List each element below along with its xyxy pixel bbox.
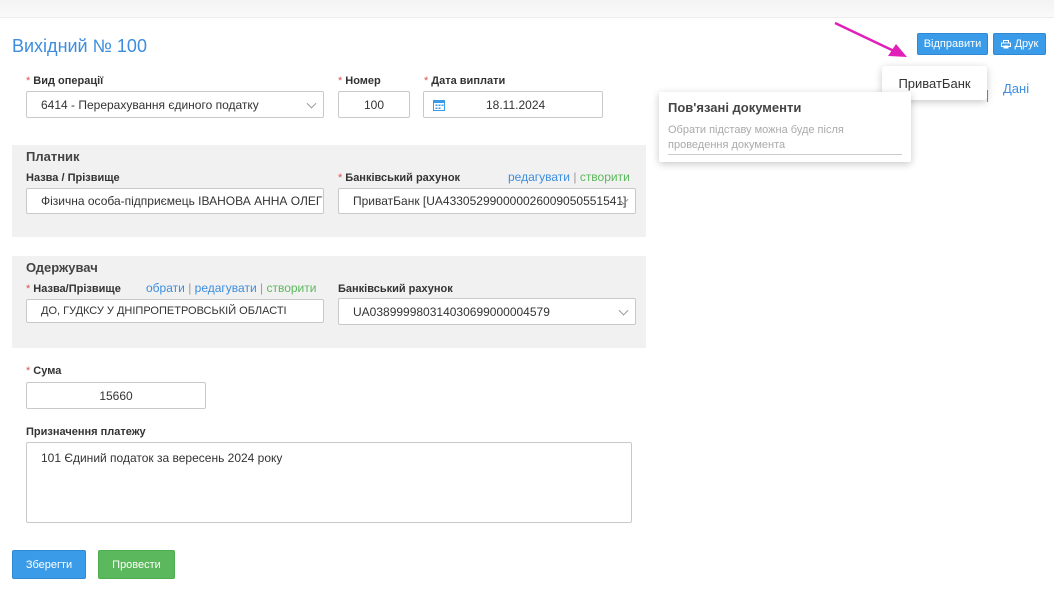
recipient-name-field[interactable]: ДО, ГУДКСУ У ДНІПРОПЕТРОВСЬКІЙ ОБЛАСТІ <box>26 299 324 323</box>
chevron-down-icon <box>618 305 629 316</box>
purpose-label: Призначення платежу <box>26 426 146 438</box>
pointer-arrow-icon <box>834 21 907 57</box>
printer-icon <box>1000 39 1011 49</box>
payer-account-label: * Банківський рахунок <box>338 172 461 184</box>
recipient-create-link[interactable]: створити <box>266 281 316 295</box>
recipient-edit-link[interactable]: редагувати <box>195 281 257 295</box>
link-separator: | <box>260 281 264 295</box>
pay-date-label: * Дата виплати <box>424 75 506 87</box>
operation-select[interactable]: 6414 - Перерахування єдиного податку <box>26 91 324 118</box>
save-button[interactable]: Зберегти <box>12 550 86 579</box>
recipient-section-title: Одержувач <box>26 260 98 275</box>
sum-input[interactable]: 15660 <box>26 382 206 409</box>
recipient-select-link[interactable]: обрати <box>146 281 185 295</box>
recipient-account-label: Банківський рахунок <box>338 283 453 295</box>
page: Вихідний № 100 Відправити Друк ПриватБан… <box>0 0 1054 590</box>
sum-value: 15660 <box>99 388 133 403</box>
related-documents-title: Пов'язані документи <box>668 100 802 115</box>
chevron-down-icon <box>306 98 317 109</box>
send-button[interactable]: Відправити <box>917 33 988 55</box>
print-button[interactable]: Друк <box>993 33 1046 55</box>
payer-name-value: Фізична особа-підприємець ІВАНОВА АННА О… <box>41 194 324 208</box>
pay-date-value: 18.11.2024 <box>486 97 546 112</box>
payer-section-title: Платник <box>26 149 80 164</box>
recipient-name-links: обрати | редагувати | створити <box>146 281 316 295</box>
operation-value: 6414 - Перерахування єдиного податку <box>41 97 259 112</box>
send-dropdown-item-privatbank[interactable]: ПриватБанк <box>898 76 970 91</box>
calendar-icon[interactable] <box>433 99 445 114</box>
link-separator: | <box>573 170 577 184</box>
page-title: Вихідний № 100 <box>12 36 147 56</box>
payer-edit-link[interactable]: редагувати <box>508 170 570 184</box>
payer-name-label: Назва / Прізвище <box>26 172 120 184</box>
recipient-account-select[interactable]: UA038999980314030699000004579 <box>338 298 636 325</box>
divider <box>987 90 988 102</box>
related-documents-panel: Пов'язані документи Обрати підставу можн… <box>659 92 911 162</box>
recipient-name-value: ДО, ГУДКСУ У ДНІПРОПЕТРОВСЬКІЙ ОБЛАСТІ <box>41 305 287 317</box>
related-documents-hint: Обрати підставу можна буде після проведе… <box>668 123 902 155</box>
payer-account-value: ПриватБанк [UA43305299000002600905055154… <box>353 194 627 208</box>
post-button[interactable]: Провести <box>98 550 175 579</box>
operation-label: * Вид операції <box>26 75 104 87</box>
print-button-label: Друк <box>1014 38 1039 50</box>
number-label: * Номер <box>338 75 381 87</box>
link-separator: | <box>188 281 192 295</box>
payer-account-links: редагувати | створити <box>508 170 630 184</box>
top-strip <box>0 0 1054 18</box>
purpose-textarea[interactable]: 101 Єдиний податок за вересень 2024 року <box>26 442 632 523</box>
recipient-name-label: * Назва/Прізвище <box>26 283 121 295</box>
payer-account-select[interactable]: ПриватБанк [UA43305299000002600905055154… <box>338 188 636 214</box>
payer-create-link[interactable]: створити <box>580 170 630 184</box>
pay-date-input[interactable]: 18.11.2024 <box>423 91 603 118</box>
payer-name-field[interactable]: Фізична особа-підприємець ІВАНОВА АННА О… <box>26 188 324 214</box>
number-input[interactable]: 100 <box>338 91 410 118</box>
number-value: 100 <box>363 97 385 112</box>
tab-data[interactable]: Дані <box>1003 81 1029 96</box>
recipient-account-value: UA038999980314030699000004579 <box>353 304 550 319</box>
sum-label: * Сума <box>26 365 62 377</box>
purpose-value: 101 Єдиний податок за вересень 2024 року <box>41 451 283 465</box>
